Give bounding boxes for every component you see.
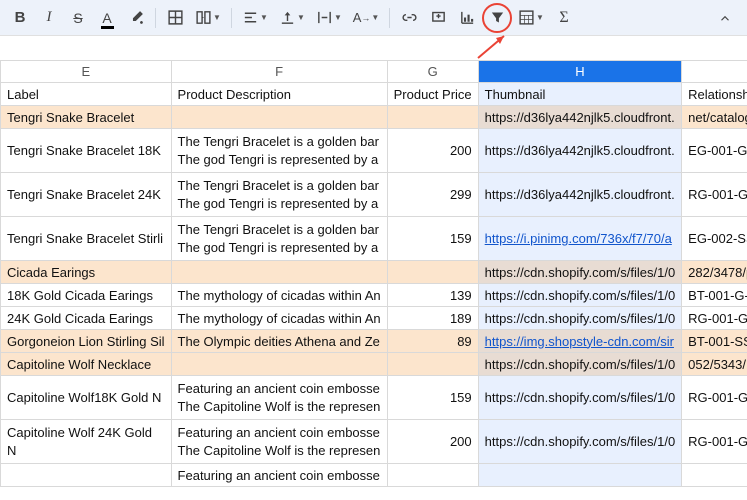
insert-comment-button[interactable] — [424, 4, 452, 32]
cell[interactable]: The Tengri Bracelet is a golden barThe g… — [171, 129, 387, 173]
cell[interactable] — [478, 464, 682, 487]
cell[interactable] — [387, 353, 478, 376]
column-header-E[interactable]: E — [1, 61, 172, 83]
create-filter-button[interactable] — [482, 3, 512, 33]
cell[interactable]: 89 — [387, 330, 478, 353]
functions-button[interactable]: ▼ — [513, 4, 549, 32]
cell[interactable] — [1, 464, 172, 487]
cell[interactable]: 189 — [387, 307, 478, 330]
header-cell[interactable]: Label — [1, 83, 172, 106]
cell[interactable]: https://d36lya442njlk5.cloudfront. — [478, 106, 682, 129]
cell[interactable]: EG-001-G-18K, — [682, 129, 747, 173]
column-header-H[interactable]: H — [478, 61, 682, 83]
column-header-i[interactable] — [682, 61, 747, 83]
cell[interactable]: BT-001-SS, NE-0 — [682, 330, 747, 353]
cell[interactable]: 299 — [387, 173, 478, 217]
insert-chart-button[interactable] — [453, 4, 481, 32]
cell[interactable] — [171, 106, 387, 129]
borders-button[interactable] — [161, 4, 189, 32]
cell[interactable]: The Tengri Bracelet is a golden barThe g… — [171, 217, 387, 261]
cell[interactable]: https://i.pinimg.com/736x/f7/70/a — [478, 217, 682, 261]
cell[interactable]: Tengri Snake Bracelet 18K — [1, 129, 172, 173]
cell[interactable]: 139 — [387, 284, 478, 307]
fill-color-button[interactable] — [122, 4, 150, 32]
column-header-F[interactable]: F — [171, 61, 387, 83]
strikethrough-button[interactable]: S — [64, 4, 92, 32]
cell[interactable]: net/catalog/produ — [682, 106, 747, 129]
cell[interactable] — [171, 261, 387, 284]
text-color-button[interactable]: A — [93, 4, 121, 32]
annotation-arrow — [474, 32, 514, 62]
cell[interactable]: Tengri Snake Bracelet 24K — [1, 173, 172, 217]
toolbar-collapse-button[interactable] — [711, 4, 739, 32]
column-header-G[interactable]: G — [387, 61, 478, 83]
sigma-button[interactable]: Σ — [550, 4, 578, 32]
toolbar: B I S A ▼ ▼ ▼ ▼ A→▼ ▼ Σ — [0, 0, 747, 36]
cell[interactable]: The mythology of cicadas within An — [171, 307, 387, 330]
cell[interactable]: 18K Gold Cicada Earings — [1, 284, 172, 307]
cell[interactable]: Capitoline Wolf Necklace — [1, 353, 172, 376]
cell[interactable]: https://cdn.shopify.com/s/files/1/0 — [478, 307, 682, 330]
cell[interactable]: 282/3478/produc — [682, 261, 747, 284]
cell[interactable]: https://cdn.shopify.com/s/files/1/0 — [478, 353, 682, 376]
cell[interactable]: The mythology of cicadas within An — [171, 284, 387, 307]
cell[interactable]: 200 — [387, 420, 478, 464]
cell[interactable]: Tengri Snake Bracelet — [1, 106, 172, 129]
cell[interactable]: 159 — [387, 376, 478, 420]
horizontal-align-button[interactable]: ▼ — [237, 4, 273, 32]
cell[interactable]: Featuring an ancient coin embosseThe Cap… — [171, 420, 387, 464]
url-link[interactable]: https://i.pinimg.com/736x/f7/70/a — [485, 231, 672, 246]
cell[interactable]: EG-002-SS, NE- — [682, 217, 747, 261]
header-cell[interactable]: Relationships — [682, 83, 747, 106]
cell[interactable]: RG-001-G-18K, — [682, 376, 747, 420]
cell[interactable]: 200 — [387, 129, 478, 173]
cell[interactable]: https://cdn.shopify.com/s/files/1/0 — [478, 284, 682, 307]
cell[interactable]: The Olympic deities Athena and Ze — [171, 330, 387, 353]
cell[interactable] — [171, 353, 387, 376]
cell[interactable]: Capitoline Wolf18K Gold N — [1, 376, 172, 420]
text-rotation-button[interactable]: A→▼ — [348, 4, 384, 32]
cell[interactable]: The Tengri Bracelet is a golden barThe g… — [171, 173, 387, 217]
header-cell[interactable]: Thumbnail — [478, 83, 682, 106]
cell[interactable]: Capitoline Wolf 24K Gold N — [1, 420, 172, 464]
cell[interactable] — [682, 464, 747, 487]
vertical-align-button[interactable]: ▼ — [274, 4, 310, 32]
header-cell[interactable]: Product Price — [387, 83, 478, 106]
cell[interactable]: 24K Gold Cicada Earings — [1, 307, 172, 330]
spreadsheet-grid[interactable]: EFGH LabelProduct DescriptionProduct Pric… — [0, 60, 747, 500]
cell[interactable] — [387, 464, 478, 487]
cell[interactable]: Featuring an ancient coin embosseThe Cap… — [171, 376, 387, 420]
cell[interactable] — [387, 261, 478, 284]
cell[interactable] — [387, 106, 478, 129]
cell[interactable]: https://cdn.shopify.com/s/files/1/0 — [478, 420, 682, 464]
cell[interactable]: RG-001-G-24K, N — [682, 307, 747, 330]
text-wrap-button[interactable]: ▼ — [311, 4, 347, 32]
cell[interactable]: Gorgoneion Lion Stirling Sil — [1, 330, 172, 353]
url-link[interactable]: https://img.shopstyle-cdn.com/sir — [485, 334, 674, 349]
cell[interactable]: 052/5343/1409/p — [682, 353, 747, 376]
cell[interactable]: https://d36lya442njlk5.cloudfront. — [478, 129, 682, 173]
cell[interactable]: 159 — [387, 217, 478, 261]
header-cell[interactable]: Product Description — [171, 83, 387, 106]
merge-cells-button[interactable]: ▼ — [190, 4, 226, 32]
cell[interactable]: https://cdn.shopify.com/s/files/1/0 — [478, 261, 682, 284]
cell[interactable]: https://d36lya442njlk5.cloudfront. — [478, 173, 682, 217]
italic-button[interactable]: I — [35, 4, 63, 32]
cell[interactable]: RG-001-G-24K, — [682, 420, 747, 464]
cell[interactable]: https://cdn.shopify.com/s/files/1/0 — [478, 376, 682, 420]
cell[interactable]: https://img.shopstyle-cdn.com/sir — [478, 330, 682, 353]
cell[interactable]: Featuring an ancient coin embosse — [171, 464, 387, 487]
cell[interactable]: BT-001-G-18K, N — [682, 284, 747, 307]
bold-button[interactable]: B — [6, 4, 34, 32]
cell[interactable]: Tengri Snake Bracelet Stirli — [1, 217, 172, 261]
cell[interactable]: Cicada Earings — [1, 261, 172, 284]
insert-link-button[interactable] — [395, 4, 423, 32]
cell[interactable]: RG-001-G-24K, — [682, 173, 747, 217]
